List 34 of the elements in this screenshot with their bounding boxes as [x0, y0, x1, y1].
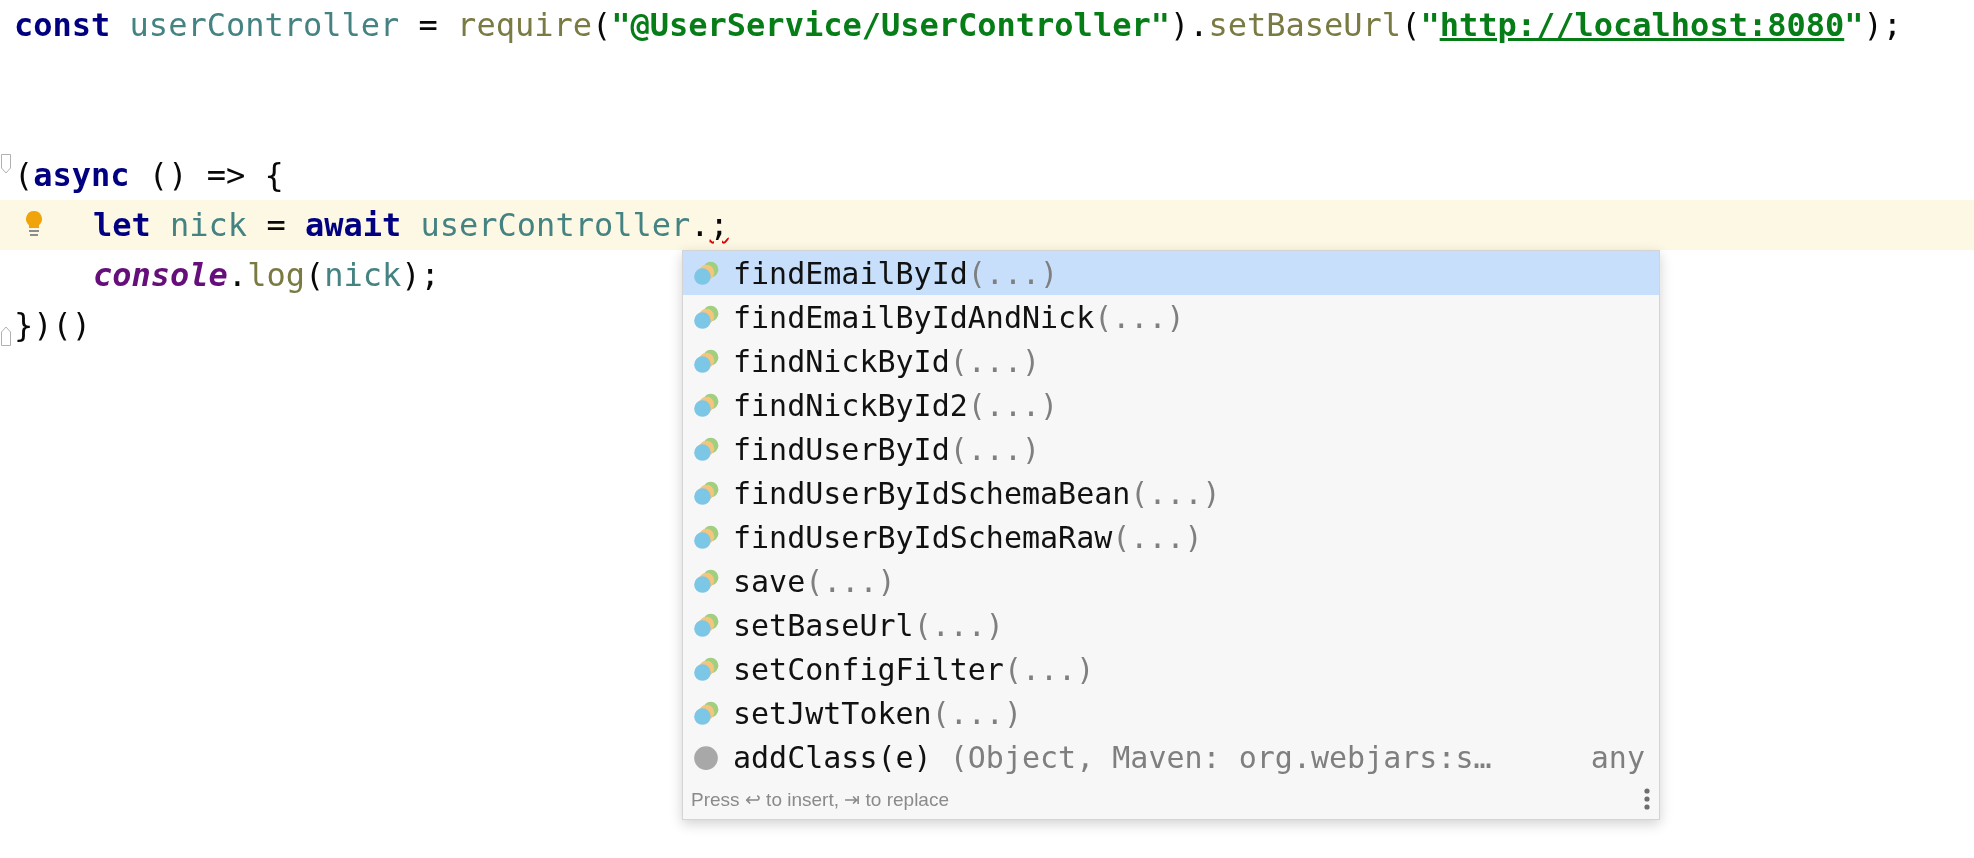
completion-item[interactable]: findUserByIdSchemaBean(...) — [683, 471, 1659, 515]
completion-item[interactable]: findUserByIdSchemaRaw(...) — [683, 515, 1659, 559]
method-icon — [693, 524, 719, 550]
completion-item[interactable]: setJwtToken(...) — [683, 691, 1659, 735]
fold-icon[interactable] — [1, 326, 11, 346]
completion-item[interactable]: findEmailByIdAndNick(...) — [683, 295, 1659, 339]
completion-item[interactable]: save(...) — [683, 559, 1659, 603]
completion-item[interactable]: findEmailById(...) — [683, 251, 1659, 295]
method-icon — [693, 348, 719, 374]
completion-item[interactable]: setBaseUrl(...) — [683, 603, 1659, 647]
method-icon — [693, 392, 719, 418]
code-line: const userController = require("@UserService/UserController").setBaseUrl("http://localhost:8080"); — [14, 6, 1903, 44]
method-icon — [693, 436, 719, 462]
completion-item[interactable]: setConfigFilter(...) — [683, 647, 1659, 691]
completion-item[interactable]: findUserById(...) — [683, 427, 1659, 471]
code-line: console.log(nick); — [93, 256, 440, 294]
method-icon — [693, 260, 719, 286]
circle-icon — [693, 744, 719, 770]
more-options-icon[interactable] — [1643, 787, 1651, 811]
method-icon — [693, 568, 719, 594]
completion-item[interactable]: findNickById2(...) — [683, 383, 1659, 427]
code-line: (async () => { — [14, 156, 284, 194]
completion-item[interactable]: findNickById(...) — [683, 339, 1659, 383]
method-icon — [693, 304, 719, 330]
code-line: let nick = await userController.; — [93, 206, 729, 244]
lightbulb-icon[interactable] — [24, 210, 44, 238]
completion-item[interactable]: addClass(e) (Object, Maven: org.webjars:s… any — [683, 735, 1659, 779]
hint-text: Press ↩ to insert, ⇥ to replace — [691, 787, 950, 811]
method-icon — [693, 612, 719, 638]
method-icon — [693, 700, 719, 726]
method-icon — [693, 656, 719, 682]
code-line: })() — [14, 306, 92, 344]
fold-icon[interactable] — [1, 154, 11, 174]
method-icon — [693, 480, 719, 506]
